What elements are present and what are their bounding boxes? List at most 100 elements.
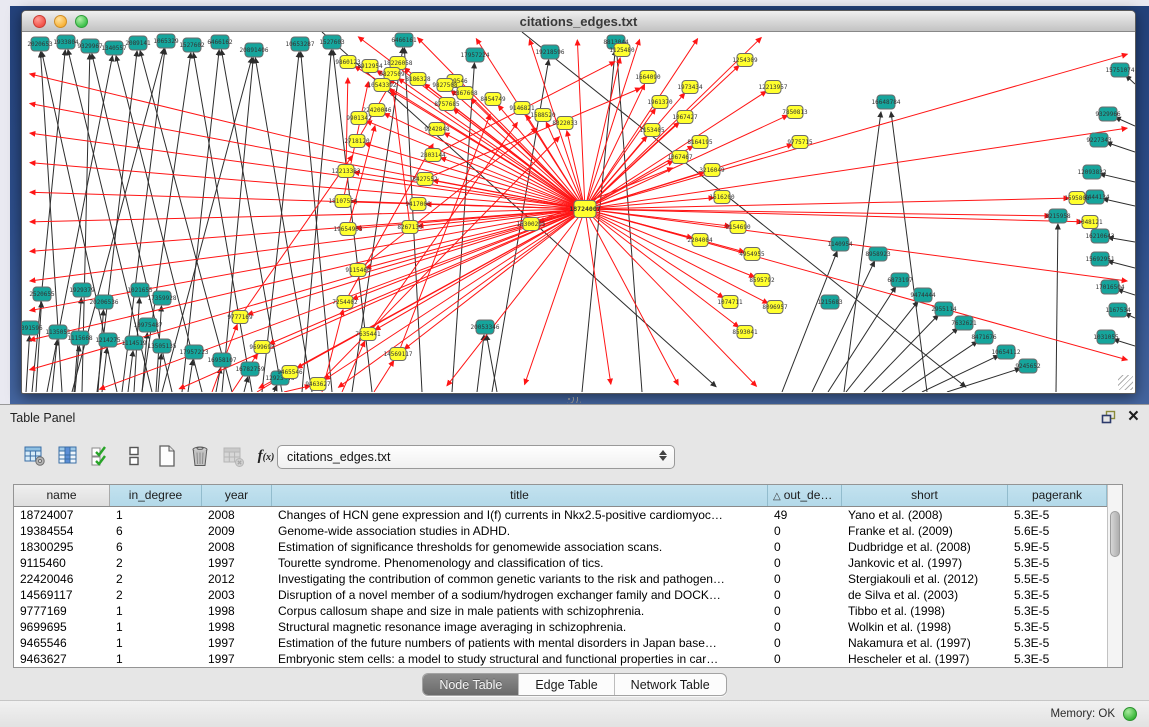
graph-edge[interactable]	[585, 84, 645, 209]
table-cell[interactable]: 0	[768, 635, 842, 651]
table-cell[interactable]: Franke et al. (2009)	[842, 523, 1008, 539]
table-row[interactable]: 977716911998Corpus callosum shape and si…	[14, 603, 1107, 619]
table-cell[interactable]: Nakamura et al. (1997)	[842, 635, 1008, 651]
tab-network-table[interactable]: Network Table	[615, 674, 726, 695]
table-cell[interactable]: Investigating the contribution of common…	[272, 571, 768, 587]
graph-edge[interactable]	[162, 58, 252, 392]
graph-edge[interactable]	[585, 136, 647, 209]
graph-edge[interactable]	[1115, 117, 1135, 126]
table-row[interactable]: 946554611997Estimation of the future num…	[14, 635, 1107, 651]
table-cell[interactable]: 5.3E-5	[1008, 635, 1107, 651]
graph-edge[interactable]	[30, 209, 585, 311]
graph-edge[interactable]	[404, 48, 422, 392]
graph-edge[interactable]	[274, 385, 277, 392]
table-cell[interactable]: Jankovic et al. (1997)	[842, 555, 1008, 571]
graph-edge[interactable]	[486, 335, 497, 392]
table-cell[interactable]: 1	[110, 651, 202, 667]
table-cell[interactable]: 0	[768, 523, 842, 539]
table-selector-dropdown[interactable]: citations_edges.txt	[277, 445, 675, 469]
graph-edge[interactable]	[193, 53, 252, 392]
float-panel-icon[interactable]	[1101, 410, 1116, 424]
table-cell[interactable]: Changes of HCN gene expression and I(f) …	[272, 507, 768, 523]
table-row[interactable]: 1938455462009Genome-wide association stu…	[14, 523, 1107, 539]
table-cell[interactable]: 5.3E-5	[1008, 603, 1107, 619]
table-row[interactable]: 969969511998Structural magnetic resonanc…	[14, 619, 1107, 635]
network-canvas[interactable]: 2020653193380493299671340557208914110653…	[22, 32, 1135, 392]
table-cell[interactable]: 6	[110, 523, 202, 539]
panel-splitter-handle[interactable]	[567, 397, 581, 403]
column-visibility-icon[interactable]	[55, 443, 81, 469]
table-cell[interactable]: Embryonic stem cells: a model to study s…	[272, 651, 768, 667]
table-cell[interactable]: 22420046	[14, 571, 110, 587]
column-header-short[interactable]: short	[842, 485, 1008, 506]
table-cell[interactable]: Tibbo et al. (1998)	[842, 603, 1008, 619]
graph-edge[interactable]	[244, 377, 248, 392]
graph-edge[interactable]	[585, 128, 1127, 209]
table-cell[interactable]: 2	[110, 587, 202, 603]
graph-edge[interactable]	[585, 209, 611, 384]
table-cell[interactable]: 1998	[202, 603, 272, 619]
table-cell[interactable]: 5.3E-5	[1008, 507, 1107, 523]
window-titlebar[interactable]: citations_edges.txt	[22, 11, 1135, 32]
table-cell[interactable]: 6	[110, 539, 202, 555]
table-cell[interactable]: 9463627	[14, 651, 110, 667]
function-builder-icon[interactable]: f(x)	[253, 443, 279, 469]
table-cell[interactable]: 2	[110, 555, 202, 571]
table-cell[interactable]: 1998	[202, 619, 272, 635]
table-cell[interactable]: 0	[768, 539, 842, 555]
table-cell[interactable]: 1	[110, 507, 202, 523]
graph-edge[interactable]	[30, 209, 585, 340]
table-cell[interactable]: 49	[768, 507, 842, 523]
graph-edge[interactable]	[585, 54, 1127, 209]
row-height-icon[interactable]	[121, 443, 147, 469]
table-cell[interactable]: 0	[768, 571, 842, 587]
table-scrollbar[interactable]	[1107, 485, 1122, 667]
table-cell[interactable]: 5.3E-5	[1008, 619, 1107, 635]
table-cell[interactable]: Estimation of the future numbers of pati…	[272, 635, 768, 651]
graph-edge[interactable]	[188, 360, 193, 392]
graph-edge[interactable]	[374, 361, 394, 392]
table-cell[interactable]: Dudbridge et al. (2008)	[842, 539, 1008, 555]
column-header-year[interactable]: year	[202, 485, 272, 506]
graph-edge[interactable]	[782, 251, 837, 392]
tab-edge-table[interactable]: Edge Table	[519, 674, 614, 695]
tab-node-table[interactable]: Node Table	[423, 674, 519, 695]
close-panel-icon[interactable]: ×	[1128, 409, 1139, 425]
table-mode-icon[interactable]	[22, 443, 48, 469]
table-row[interactable]: 2242004622012Investigating the contribut…	[14, 571, 1107, 587]
table-cell[interactable]: 18724007	[14, 507, 110, 523]
table-cell[interactable]: 9465546	[14, 635, 110, 651]
table-cell[interactable]: 14569117	[14, 587, 110, 603]
delete-table-icon[interactable]	[220, 443, 246, 469]
graph-edge[interactable]	[577, 40, 585, 209]
table-cell[interactable]: 0	[768, 587, 842, 603]
table-cell[interactable]: 0	[768, 603, 842, 619]
table-cell[interactable]: 5.3E-5	[1008, 555, 1107, 571]
graph-edge[interactable]	[585, 209, 678, 385]
table-cell[interactable]: 5.5E-5	[1008, 571, 1107, 587]
table-cell[interactable]: 1	[110, 603, 202, 619]
table-cell[interactable]: 2008	[202, 507, 272, 523]
table-cell[interactable]: 1997	[202, 555, 272, 571]
table-cell[interactable]: 2012	[202, 571, 272, 587]
table-cell[interactable]: Hescheler et al. (1997)	[842, 651, 1008, 667]
table-cell[interactable]: 5.3E-5	[1008, 651, 1107, 667]
table-cell[interactable]: Genome-wide association studies in ADHD.	[272, 523, 768, 539]
table-cell[interactable]: Corpus callosum shape and size in male p…	[272, 603, 768, 619]
table-cell[interactable]: Disruption of a novel member of a sodium…	[272, 587, 768, 603]
table-cell[interactable]: 2003	[202, 587, 272, 603]
graph-edge[interactable]	[1056, 224, 1058, 392]
column-header-name[interactable]: name	[14, 485, 110, 506]
scrollbar-thumb[interactable]	[1110, 511, 1120, 557]
table-cell[interactable]: Stergiakouli et al. (2012)	[842, 571, 1008, 587]
graph-edge[interactable]	[585, 209, 723, 298]
column-header-in_degree[interactable]: in_degree	[110, 485, 202, 506]
table-cell[interactable]: Structural magnetic resonance image aver…	[272, 619, 768, 635]
table-cell[interactable]: 2009	[202, 523, 272, 539]
table-row[interactable]: 1872400712008Changes of HCN gene express…	[14, 507, 1107, 523]
table-cell[interactable]: Wolkin et al. (1998)	[842, 619, 1008, 635]
table-cell[interactable]: 1	[110, 635, 202, 651]
table-row[interactable]: 1456911722003Disruption of a novel membe…	[14, 587, 1107, 603]
table-cell[interactable]: 0	[768, 555, 842, 571]
column-header-pagerank[interactable]: pagerank	[1008, 485, 1107, 506]
